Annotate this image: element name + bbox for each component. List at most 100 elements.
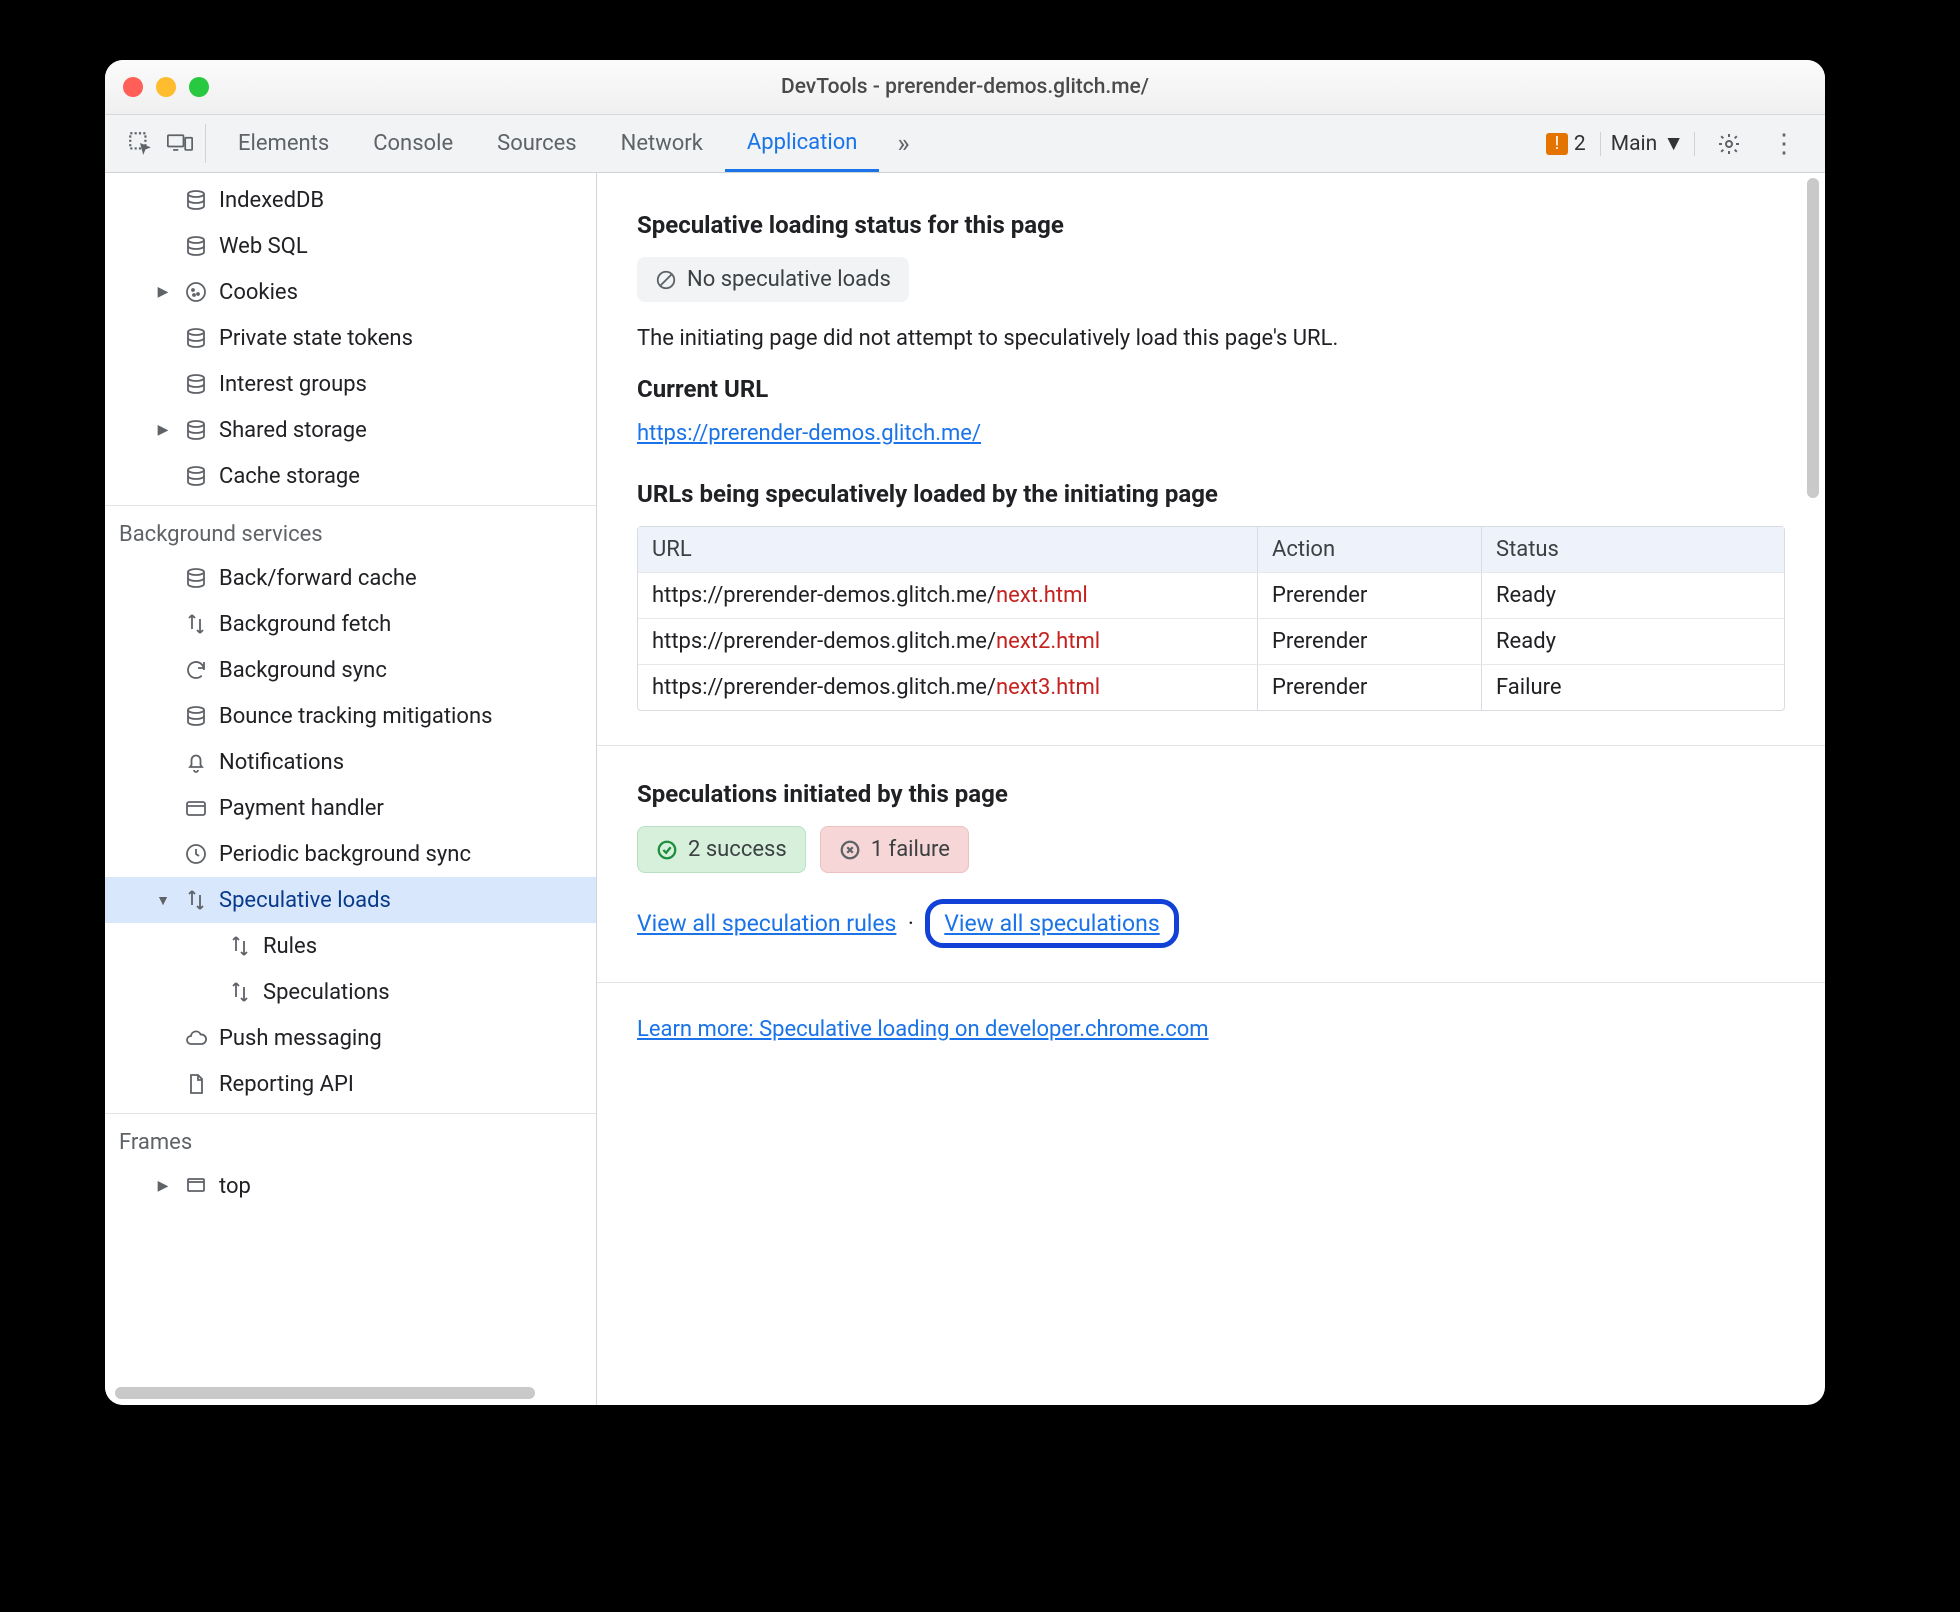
sidebar-item-periodic-background-sync[interactable]: Periodic background sync	[105, 831, 596, 877]
cell-action: Prerender	[1258, 619, 1482, 664]
sidebar-item-label: Speculations	[263, 980, 390, 1005]
db-icon	[183, 417, 209, 443]
sidebar-item-bounce-tracking-mitigations[interactable]: Bounce tracking mitigations	[105, 693, 596, 739]
sidebar-item-top[interactable]: ▶top	[105, 1163, 596, 1209]
db-icon	[183, 565, 209, 591]
sidebar-item-rules[interactable]: Rules	[105, 923, 596, 969]
sidebar-item-label: Interest groups	[219, 372, 367, 397]
settings-button[interactable]	[1709, 132, 1749, 156]
sync-icon	[183, 657, 209, 683]
sidebar-item-label: IndexedDB	[219, 188, 324, 213]
sidebar-item-payment-handler[interactable]: Payment handler	[105, 785, 596, 831]
sidebar-item-speculations[interactable]: Speculations	[105, 969, 596, 1015]
sidebar-item-speculative-loads[interactable]: ▼Speculative loads	[105, 877, 596, 923]
col-url[interactable]: URL	[638, 527, 1258, 572]
chevron-down-icon: ▼	[1663, 132, 1684, 156]
sidebar-item-background-sync[interactable]: Background sync	[105, 647, 596, 693]
cell-action: Prerender	[1258, 665, 1482, 710]
view-rules-link[interactable]: View all speculation rules	[637, 910, 896, 937]
frame-selector[interactable]: Main ▼	[1600, 132, 1695, 156]
sidebar-item-label: Shared storage	[219, 418, 367, 443]
db-icon	[183, 233, 209, 259]
current-url-link[interactable]: https://prerender-demos.glitch.me/	[637, 421, 981, 446]
device-icon[interactable]	[167, 130, 193, 156]
doc-icon	[183, 1071, 209, 1097]
application-sidebar: IndexedDB Web SQL ▶ Cookies Private state to…	[105, 173, 597, 1405]
content-scrollbar[interactable]	[1807, 178, 1819, 498]
updown-icon	[183, 611, 209, 637]
no-loads-chip: No speculative loads	[637, 257, 909, 302]
cell-url: https://prerender-demos.glitch.me/next.h…	[638, 573, 1258, 618]
sidebar-item-cookies[interactable]: ▶ Cookies	[105, 269, 596, 315]
section-background-services: Background services	[105, 505, 596, 555]
x-circle-icon	[839, 839, 861, 861]
warnings-badge[interactable]: ! 2	[1546, 132, 1586, 156]
sidebar-item-label: Private state tokens	[219, 326, 413, 351]
cell-url: https://prerender-demos.glitch.me/next2.…	[638, 619, 1258, 664]
failure-chip: 1 failure	[820, 826, 969, 873]
more-menu-button[interactable]: ⋮	[1763, 129, 1805, 159]
db-icon	[183, 187, 209, 213]
panel-tabs: Elements Console Sources Network Applica…	[216, 115, 879, 172]
section-frames: Frames	[105, 1113, 596, 1163]
tab-console[interactable]: Console	[351, 115, 475, 172]
bell-icon	[183, 749, 209, 775]
frame-icon	[183, 1173, 209, 1199]
sidebar-item-label: Notifications	[219, 750, 344, 775]
tab-network[interactable]: Network	[599, 115, 725, 172]
sidebar-item-label: Back/forward cache	[219, 566, 417, 591]
sidebar-item-label: Rules	[263, 934, 317, 959]
updown-icon	[227, 933, 253, 959]
sidebar-item-indexeddb[interactable]: IndexedDB	[105, 177, 596, 223]
table-row[interactable]: https://prerender-demos.glitch.me/next.h…	[638, 573, 1784, 619]
clock-icon	[183, 841, 209, 867]
tab-sources[interactable]: Sources	[475, 115, 599, 172]
devtools-toolbar: Elements Console Sources Network Applica…	[105, 115, 1825, 173]
titlebar: DevTools - prerender-demos.glitch.me/	[105, 60, 1825, 115]
sidebar-item-web-sql[interactable]: Web SQL	[105, 223, 596, 269]
chevron-right-icon: ▶	[153, 422, 173, 438]
devtools-window: DevTools - prerender-demos.glitch.me/ El…	[105, 60, 1825, 1405]
db-icon	[183, 371, 209, 397]
card-icon	[183, 795, 209, 821]
tab-elements[interactable]: Elements	[216, 115, 351, 172]
sidebar-item-private-state-tokens[interactable]: Private state tokens	[105, 315, 596, 361]
cell-url: https://prerender-demos.glitch.me/next3.…	[638, 665, 1258, 710]
more-tabs-button[interactable]: »	[879, 129, 927, 159]
current-url-heading: Current URL	[637, 375, 1785, 403]
inspect-icon[interactable]	[127, 130, 153, 156]
chevron-right-icon: ▶	[153, 284, 173, 300]
sidebar-item-background-fetch[interactable]: Background fetch	[105, 601, 596, 647]
status-description: The initiating page did not attempt to s…	[637, 326, 1785, 351]
table-row[interactable]: https://prerender-demos.glitch.me/next3.…	[638, 665, 1784, 710]
sidebar-item-shared-storage[interactable]: ▶ Shared storage	[105, 407, 596, 453]
updown-icon	[227, 979, 253, 1005]
sidebar-item-cache-storage[interactable]: Cache storage	[105, 453, 596, 499]
cell-status: Failure	[1482, 665, 1784, 710]
cookie-icon	[183, 279, 209, 305]
sidebar-scrollbar[interactable]	[115, 1387, 535, 1399]
learn-more-link[interactable]: Learn more: Speculative loading on devel…	[637, 1017, 1209, 1042]
sidebar-item-interest-groups[interactable]: Interest groups	[105, 361, 596, 407]
speculative-loads-panel: Speculative loading status for this page…	[597, 173, 1825, 1405]
sidebar-item-back-forward-cache[interactable]: Back/forward cache	[105, 555, 596, 601]
sidebar-item-label: Cache storage	[219, 464, 360, 489]
cell-status: Ready	[1482, 619, 1784, 664]
sidebar-item-label: Bounce tracking mitigations	[219, 704, 492, 729]
success-chip: 2 success	[637, 826, 806, 873]
col-status[interactable]: Status	[1482, 527, 1784, 572]
table-row[interactable]: https://prerender-demos.glitch.me/next2.…	[638, 619, 1784, 665]
prohibit-icon	[655, 269, 677, 291]
sidebar-item-push-messaging[interactable]: Push messaging	[105, 1015, 596, 1061]
tab-application[interactable]: Application	[725, 115, 879, 172]
sidebar-item-reporting-api[interactable]: Reporting API	[105, 1061, 596, 1107]
col-action[interactable]: Action	[1258, 527, 1482, 572]
sidebar-item-label: Push messaging	[219, 1026, 382, 1051]
check-circle-icon	[656, 839, 678, 861]
sidebar-item-label: Cookies	[219, 280, 298, 305]
sidebar-item-notifications[interactable]: Notifications	[105, 739, 596, 785]
speculations-heading: Speculations initiated by this page	[637, 780, 1785, 808]
speculative-urls-table: URL Action Status https://prerender-demo…	[637, 526, 1785, 711]
view-speculations-link[interactable]: View all speculations	[944, 910, 1159, 937]
sidebar-item-label: Web SQL	[219, 234, 308, 259]
